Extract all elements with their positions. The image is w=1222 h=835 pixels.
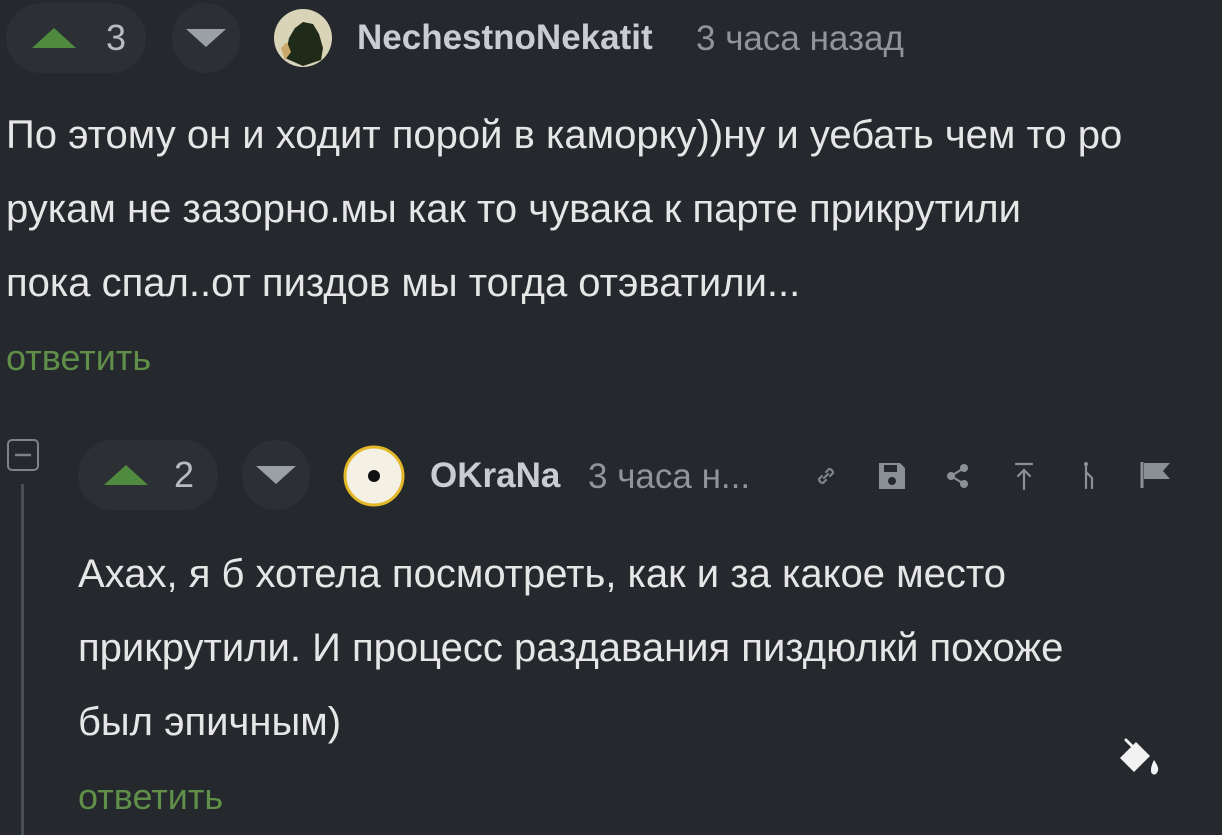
comment-line: прикрутили. И процесс раздавания пиздюлк… [78,626,1064,670]
reply-link[interactable]: ответить [6,337,151,379]
save-icon[interactable] [874,458,910,494]
downvote-icon [186,29,226,47]
comment-line: По этому он и ходит порой в каморку))ну … [6,113,1123,157]
scroll-top-icon[interactable] [1006,458,1042,494]
downvote-icon [256,466,296,484]
link-icon[interactable] [808,458,844,494]
comment-line: пока спал..от пиздов мы тогда отэватили.… [6,261,801,305]
username[interactable]: NechestnoNekatit [357,18,653,58]
thread-line[interactable] [21,484,24,835]
upvote-pill: 3 [6,3,146,73]
share-icon[interactable] [940,458,976,494]
rating-count: 3 [106,17,127,58]
timestamp: 3 часа назад [696,19,904,58]
downvote-button[interactable] [172,3,240,73]
comment-body: Ахах, я б хотела посмотреть, как и за ка… [78,537,1208,759]
comment-line: Ахах, я б хотела посмотреть, как и за ка… [78,552,1006,596]
comment-line: рукам не зазорно.мы как то чувака к парт… [6,187,1021,231]
downvote-button[interactable] [242,440,310,510]
rating-count: 2 [174,454,195,495]
avatar[interactable] [343,445,405,507]
paint-bucket-icon[interactable] [1112,736,1164,780]
username[interactable]: OKraNa [430,456,560,496]
flag-icon[interactable] [1136,456,1176,494]
timestamp: 3 часа н... [588,457,751,496]
upvote-icon[interactable] [32,28,76,48]
avatar[interactable] [273,8,333,68]
comment-line: был эпичным) [78,700,342,744]
minus-square-icon[interactable] [6,438,40,472]
upvote-icon[interactable] [104,465,148,485]
reply-link[interactable]: ответить [78,776,223,818]
comment-body: По этому он и ходит порой в каморку))ну … [6,98,1216,320]
branch-icon[interactable] [1072,458,1108,494]
upvote-pill: 2 [78,440,218,510]
